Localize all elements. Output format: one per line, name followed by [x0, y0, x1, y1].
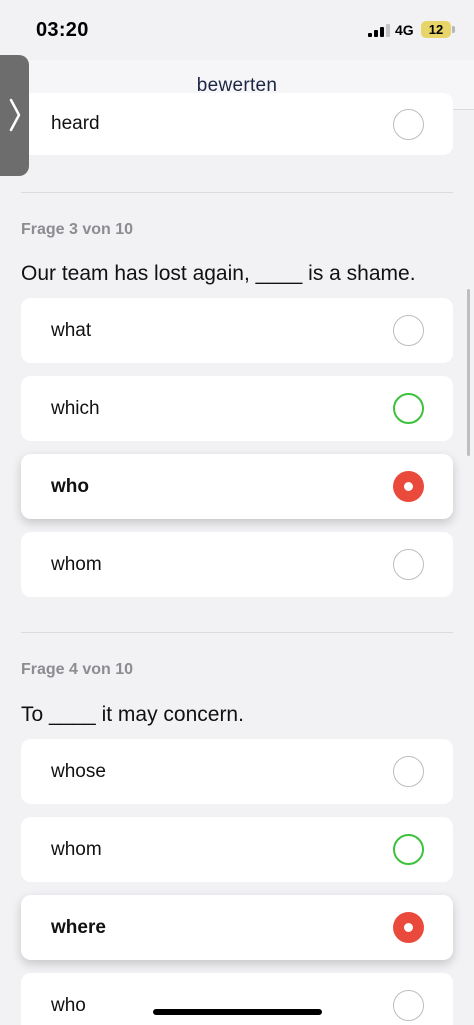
- network-type: 4G: [395, 22, 414, 38]
- option-whose[interactable]: whose: [21, 739, 453, 804]
- question-text: To ____ it may concern.: [21, 703, 244, 726]
- radio-button[interactable]: [393, 315, 424, 346]
- radio-button[interactable]: [393, 990, 424, 1021]
- option-label: whom: [51, 839, 102, 860]
- scrollbar[interactable]: [467, 289, 470, 456]
- option-whom[interactable]: whom: [21, 817, 453, 882]
- chevron-right-icon: [9, 98, 21, 132]
- home-indicator[interactable]: [153, 1009, 322, 1015]
- radio-correct-answer[interactable]: [393, 393, 424, 424]
- option-where[interactable]: where: [21, 895, 453, 960]
- option-label: whom: [51, 554, 102, 575]
- radio-button[interactable]: [393, 109, 424, 140]
- radio-selected-wrong[interactable]: [393, 912, 424, 943]
- divider: [21, 632, 453, 633]
- radio-button[interactable]: [393, 756, 424, 787]
- signal-strength-icon: [368, 24, 390, 37]
- side-panel-toggle[interactable]: [0, 55, 29, 176]
- radio-selected-wrong[interactable]: [393, 471, 424, 502]
- radio-correct-answer[interactable]: [393, 834, 424, 865]
- option-label: who: [51, 476, 89, 497]
- radio-button[interactable]: [393, 549, 424, 580]
- question-text: Our team has lost again, ____ is a shame…: [21, 262, 416, 285]
- option-who[interactable]: who: [21, 454, 453, 519]
- question-counter: Frage 4 von 10: [21, 661, 134, 678]
- option-label: whose: [51, 761, 106, 782]
- option-label: who: [51, 995, 86, 1016]
- option-label: which: [51, 398, 100, 419]
- option-label: where: [51, 917, 106, 938]
- option-what[interactable]: what: [21, 298, 453, 363]
- battery-level: 12: [428, 22, 444, 37]
- option-label: what: [51, 320, 92, 341]
- question-counter: Frage 3 von 10: [21, 221, 134, 238]
- option-heard[interactable]: heard: [21, 93, 453, 155]
- quiz-screen: 03:20 4G 12 bewerten heard Frage 3 von 1…: [0, 0, 474, 1025]
- status-bar: 03:20 4G 12: [0, 0, 474, 60]
- option-which[interactable]: which: [21, 376, 453, 441]
- option-label: heard: [51, 113, 100, 134]
- divider: [21, 192, 453, 193]
- battery-icon: 12: [421, 21, 451, 38]
- battery-cap: [452, 26, 455, 33]
- option-whom[interactable]: whom: [21, 532, 453, 597]
- option-who[interactable]: who: [21, 973, 453, 1025]
- status-time: 03:20: [36, 19, 89, 41]
